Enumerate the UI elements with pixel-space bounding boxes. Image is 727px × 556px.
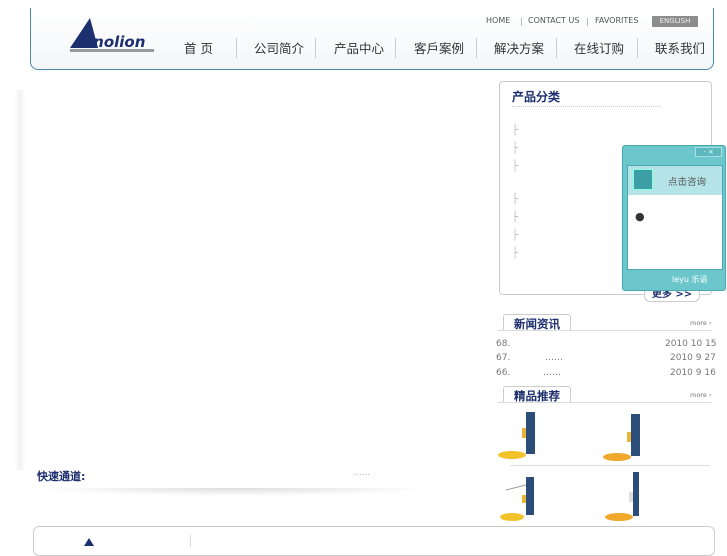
nav-home[interactable]: 首 页 — [184, 38, 213, 57]
footer — [33, 526, 715, 556]
news-date: 2010 9 16 — [670, 368, 716, 378]
product-image[interactable] — [603, 412, 645, 462]
divider: | — [520, 17, 523, 26]
product-image[interactable] — [498, 410, 540, 460]
home-link[interactable]: HOME — [486, 16, 510, 25]
agent-avatar-icon — [633, 169, 653, 190]
nav-divider — [315, 38, 316, 58]
contact-us-link[interactable]: CONTACT US — [528, 16, 579, 25]
nav-solutions[interactable]: 解决方案 — [494, 38, 544, 57]
quick-access-label: 快速通道: — [37, 470, 86, 483]
nav-cases[interactable]: 客戶案例 — [414, 38, 464, 57]
featured-tab[interactable]: 精品推荐 — [503, 386, 571, 403]
svg-text:inolion: inolion — [88, 33, 145, 51]
nav-divider — [556, 38, 557, 58]
nav-divider — [476, 38, 477, 58]
logo[interactable]: inolion — [68, 16, 156, 54]
divider — [512, 106, 660, 107]
content-shadow — [35, 488, 435, 496]
tree-branch-icon: ├ — [512, 230, 519, 241]
category-title: 产品分类 — [512, 90, 561, 104]
nav-divider — [236, 38, 237, 58]
divider — [497, 402, 711, 403]
news-title[interactable]: …… — [543, 368, 561, 378]
divider: | — [586, 17, 589, 26]
nav-order[interactable]: 在线订购 — [574, 38, 624, 57]
nav-contact[interactable]: 联系我们 — [655, 38, 705, 57]
tree-branch-icon: ├ — [512, 125, 519, 136]
chat-brand: leyu 乐语 — [672, 275, 708, 284]
nav-products[interactable]: 产品中心 — [334, 38, 384, 57]
tree-branch-icon: ├ — [512, 212, 519, 223]
tree-branch-icon: ├ — [512, 161, 519, 172]
news-num: 66. — [496, 368, 511, 378]
divider — [497, 330, 711, 331]
news-date: 2010 10 15 — [665, 339, 717, 349]
nav-divider — [395, 38, 396, 58]
news-more-link[interactable]: more › — [690, 319, 712, 327]
english-button[interactable]: ENGLISH — [652, 16, 698, 27]
product-image[interactable] — [498, 475, 540, 525]
product-image[interactable] — [603, 472, 645, 522]
nav-divider — [637, 38, 638, 58]
chat-window-controls[interactable]: - × — [695, 147, 722, 157]
news-title[interactable]: …… — [545, 353, 563, 363]
tree-branch-icon: ├ — [512, 248, 519, 259]
news-num: 67. — [496, 353, 511, 363]
featured-more-link[interactable]: more › — [690, 391, 712, 399]
news-tab[interactable]: 新闻资讯 — [503, 314, 571, 331]
news-num: 68. — [496, 339, 511, 349]
divider — [510, 465, 710, 466]
chat-consult-label[interactable]: 点击咨询 — [668, 174, 706, 188]
tree-branch-icon: ├ — [512, 143, 519, 154]
divider — [190, 535, 191, 547]
user-icon: ● — [635, 210, 645, 223]
favorites-link[interactable]: FAVORITES — [595, 16, 638, 25]
page-shadow — [14, 90, 26, 470]
news-date: 2010 9 27 — [670, 353, 716, 363]
tree-branch-icon: ├ — [512, 194, 519, 205]
nav-about[interactable]: 公司简介 — [254, 38, 304, 57]
quick-access-links[interactable]: …… — [354, 468, 370, 477]
